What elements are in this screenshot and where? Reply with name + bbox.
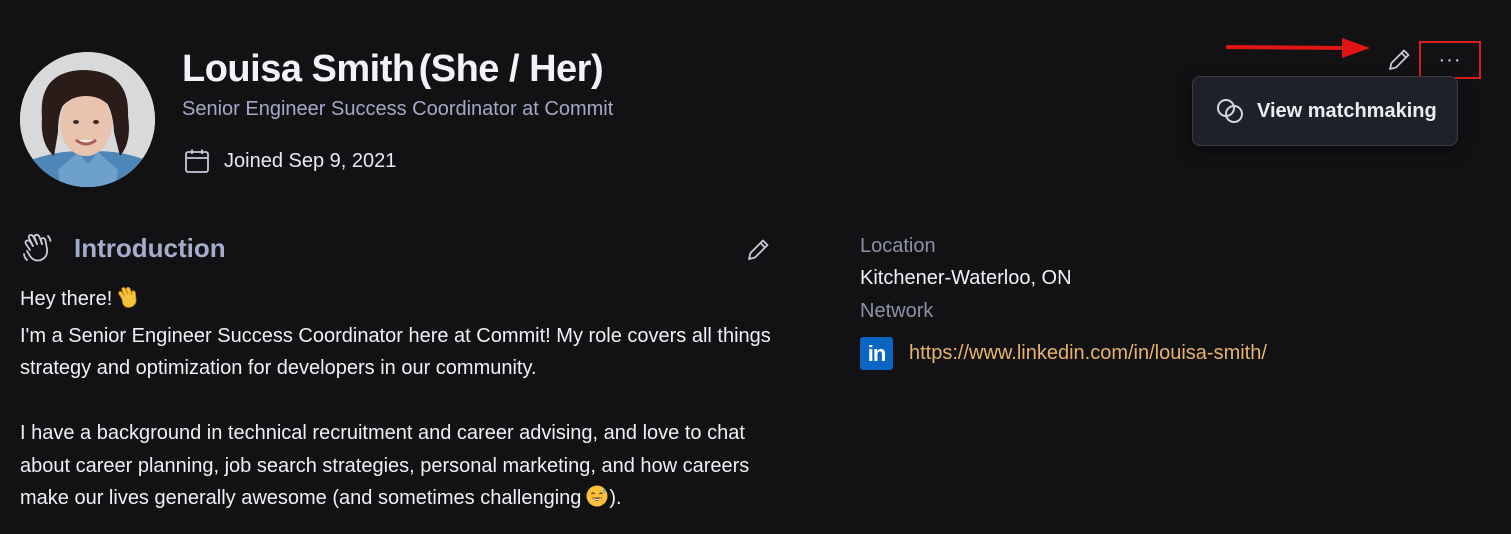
- joined-date-row: Joined Sep 9, 2021: [184, 148, 396, 174]
- intro-paragraph-1: I'm a Senior Engineer Success Coordinato…: [20, 324, 771, 380]
- profile-actions: ···: [1381, 40, 1481, 80]
- introduction-heading: Introduction: [74, 232, 226, 263]
- edit-introduction-button[interactable]: [742, 234, 774, 266]
- profile-name-heading: Louisa Smith (She / Her): [182, 48, 604, 91]
- profile-name: Louisa Smith: [182, 48, 415, 90]
- joined-date: Joined Sep 9, 2021: [224, 149, 397, 172]
- introduction-body: Hey there! I'm a Senior Engineer Success…: [20, 283, 780, 519]
- pencil-icon: [748, 239, 769, 260]
- linkedin-link[interactable]: https://www.linkedin.com/in/louisa-smith…: [909, 342, 1267, 365]
- profile-pronouns: (She / Her): [418, 48, 604, 90]
- intro-paragraph-2-end: ).: [609, 487, 622, 509]
- calendar-icon: [185, 149, 209, 173]
- intro-paragraph-2: I have a background in technical recruit…: [20, 417, 780, 519]
- matchmaking-icon: [1217, 99, 1243, 123]
- more-options-menu: View matchmaking: [1192, 76, 1458, 146]
- profile-title: Senior Engineer Success Coordinator at C…: [182, 98, 614, 120]
- introduction-header: Introduction: [22, 232, 226, 264]
- intro-greeting-line: Hey there!: [20, 283, 780, 320]
- intro-paragraph-2-text: I have a background in technical recruit…: [20, 422, 750, 509]
- waving-hand-icon: [23, 233, 52, 262]
- edit-profile-button[interactable]: [1381, 40, 1417, 80]
- sweat-smile-emoji-icon: [585, 484, 609, 519]
- network-label: Network: [860, 300, 934, 322]
- pencil-icon: [1389, 49, 1410, 70]
- view-matchmaking-menu-item[interactable]: View matchmaking: [1257, 100, 1437, 123]
- annotation-arrow-icon: [1225, 38, 1370, 58]
- more-options-button[interactable]: ···: [1419, 41, 1481, 79]
- waving-hand-emoji-icon: [116, 285, 140, 320]
- profile-details: Location Kitchener-Waterloo, ON Network …: [860, 232, 1267, 370]
- location-value: Kitchener-Waterloo, ON: [860, 267, 1072, 289]
- profile-photo-icon: [20, 52, 155, 187]
- location-label: Location: [860, 235, 936, 257]
- network-linkedin-row: in https://www.linkedin.com/in/louisa-sm…: [860, 337, 1267, 370]
- linkedin-icon: in: [860, 337, 893, 370]
- intro-greeting: Hey there!: [20, 288, 113, 310]
- avatar: [20, 52, 155, 187]
- more-options-icon: ···: [1438, 48, 1462, 71]
